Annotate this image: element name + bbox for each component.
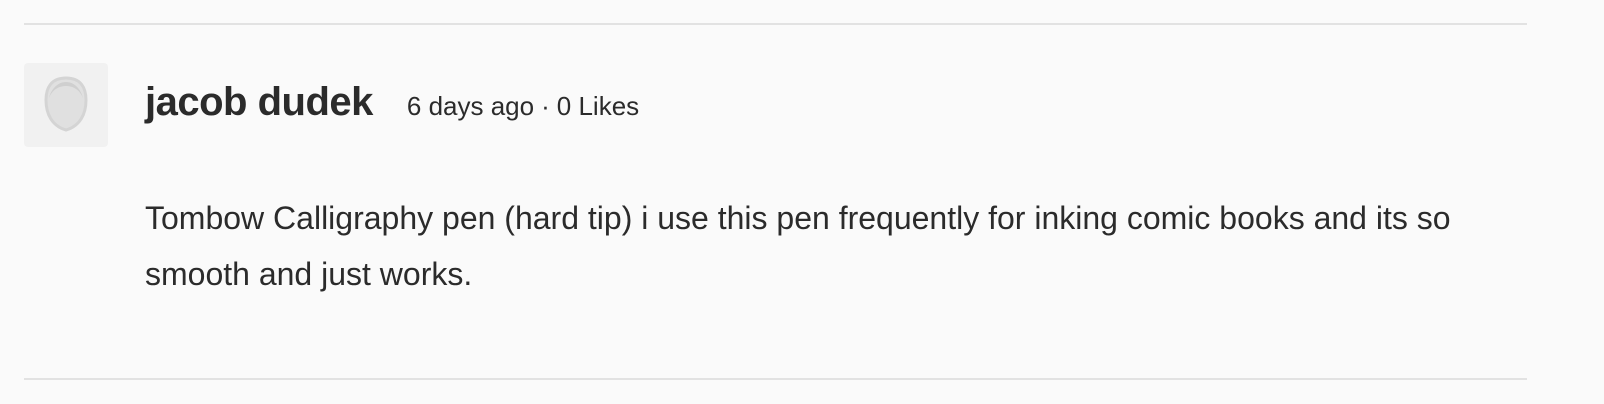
author-name[interactable]: jacob dudek — [145, 80, 373, 125]
comment-header: jacob dudek 6 days ago · 0 Likes — [145, 80, 639, 130]
bottom-divider — [24, 378, 1527, 380]
timestamp: 6 days ago — [406, 91, 535, 121]
top-divider — [24, 23, 1527, 25]
avatar[interactable] — [24, 63, 108, 147]
meta-separator: · — [541, 91, 550, 121]
likes-count[interactable]: 0 Likes — [557, 91, 639, 122]
comment-text: Tombow Calligraphy pen (hard tip) i use … — [145, 200, 1451, 292]
comment-meta: 6 days ago · 0 Likes — [407, 91, 639, 122]
default-user-silhouette-icon — [44, 76, 88, 132]
